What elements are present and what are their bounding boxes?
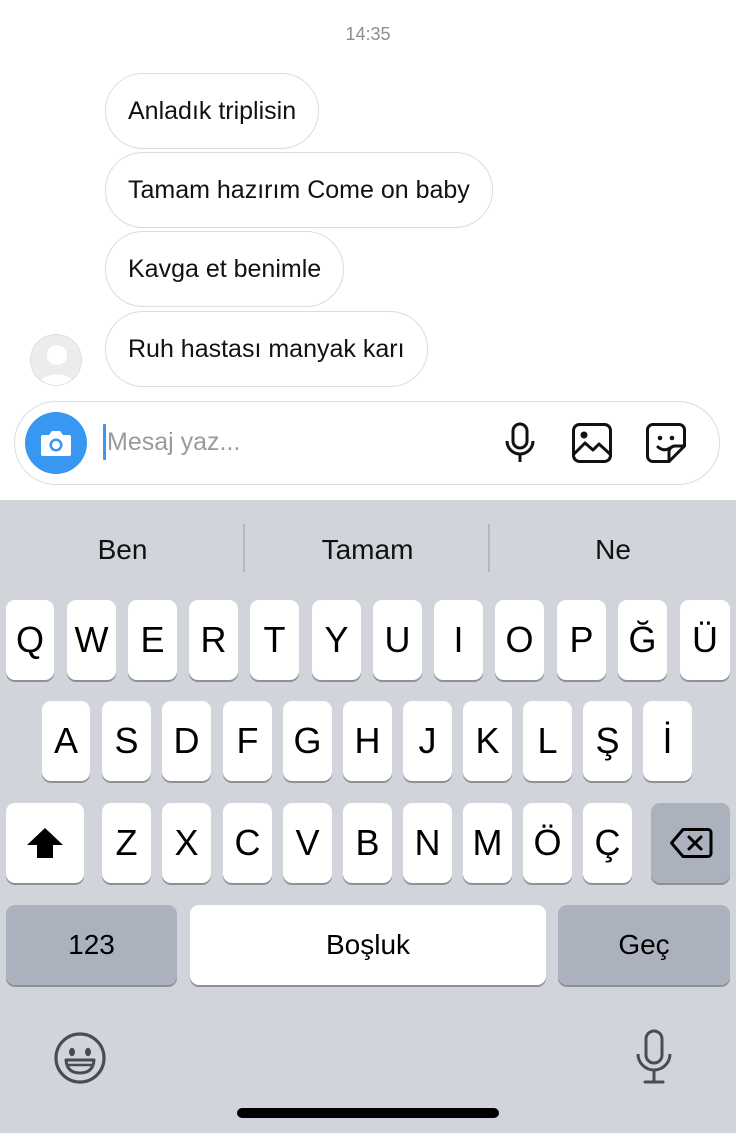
- key[interactable]: O: [495, 600, 544, 680]
- message-timestamp: 14:35: [345, 24, 391, 44]
- message-bubble[interactable]: Ruh hastası manyak karı: [105, 311, 428, 387]
- key[interactable]: D: [162, 701, 211, 781]
- text-caret: [103, 424, 106, 460]
- key[interactable]: U: [373, 600, 422, 680]
- key[interactable]: L: [523, 701, 572, 781]
- message-input[interactable]: [107, 416, 487, 468]
- key[interactable]: E: [128, 600, 177, 680]
- dictation-button[interactable]: [628, 1027, 680, 1087]
- dictation-icon: [636, 1029, 672, 1084]
- suggestion-item[interactable]: Ben: [0, 526, 245, 574]
- key[interactable]: S: [102, 701, 151, 781]
- key[interactable]: İ: [643, 701, 692, 781]
- numbers-key[interactable]: 123: [6, 905, 177, 985]
- key[interactable]: X: [162, 803, 211, 883]
- key[interactable]: Q: [6, 600, 54, 680]
- key[interactable]: R: [189, 600, 238, 680]
- key[interactable]: A: [42, 701, 90, 781]
- key[interactable]: B: [343, 803, 392, 883]
- sticker-icon: [646, 423, 686, 463]
- microphone-button[interactable]: [497, 420, 543, 466]
- key[interactable]: I: [434, 600, 483, 680]
- microphone-icon: [505, 422, 535, 462]
- camera-button[interactable]: [25, 412, 87, 474]
- key[interactable]: T: [250, 600, 299, 680]
- backspace-icon: [669, 828, 712, 858]
- key[interactable]: F: [223, 701, 272, 781]
- emoji-button[interactable]: [52, 1030, 108, 1086]
- return-key[interactable]: Geç: [558, 905, 730, 985]
- message-bubble[interactable]: Anladık triplisin: [105, 73, 320, 149]
- key[interactable]: Ü: [680, 600, 730, 680]
- sticker-button[interactable]: [643, 420, 689, 466]
- key[interactable]: Ç: [583, 803, 632, 883]
- key[interactable]: Ö: [523, 803, 572, 883]
- message-composer: [14, 401, 720, 485]
- avatar[interactable]: [30, 334, 82, 386]
- key[interactable]: P: [557, 600, 606, 680]
- gallery-icon: [572, 423, 612, 463]
- backspace-key[interactable]: [651, 803, 730, 883]
- gallery-button[interactable]: [569, 420, 615, 466]
- key[interactable]: G: [283, 701, 332, 781]
- key[interactable]: Ğ: [618, 600, 667, 680]
- default-avatar-icon: [39, 345, 75, 385]
- key[interactable]: Ş: [583, 701, 632, 781]
- key[interactable]: Z: [102, 803, 151, 883]
- key[interactable]: N: [403, 803, 452, 883]
- key[interactable]: H: [343, 701, 392, 781]
- home-indicator: [237, 1108, 499, 1118]
- emoji-icon: [54, 1032, 106, 1084]
- suggestion-item[interactable]: Ne: [490, 526, 736, 574]
- keyboard: Ben Tamam Ne Q W E R T Y U I O P Ğ Ü A S…: [0, 500, 736, 1133]
- key[interactable]: V: [283, 803, 332, 883]
- key[interactable]: Y: [312, 600, 361, 680]
- key[interactable]: C: [223, 803, 272, 883]
- message-bubble[interactable]: Tamam hazırım Come on baby: [105, 152, 493, 228]
- key[interactable]: K: [463, 701, 512, 781]
- key[interactable]: J: [403, 701, 452, 781]
- suggestion-item[interactable]: Tamam: [245, 526, 490, 574]
- camera-icon: [41, 431, 71, 456]
- key[interactable]: M: [463, 803, 512, 883]
- shift-icon: [27, 828, 63, 858]
- shift-key[interactable]: [6, 803, 84, 883]
- message-bubble[interactable]: Kavga et benimle: [105, 231, 345, 307]
- key[interactable]: W: [67, 600, 116, 680]
- space-key[interactable]: Boşluk: [190, 905, 546, 985]
